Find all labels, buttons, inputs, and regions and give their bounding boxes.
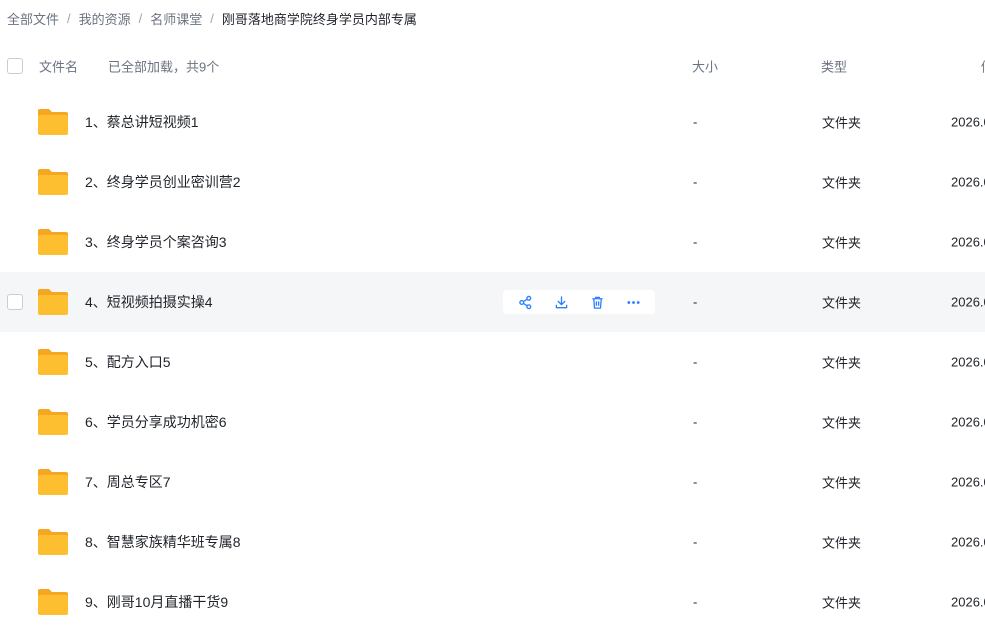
file-name[interactable]: 8、智慧家族精华班专属8 <box>85 532 241 552</box>
file-type: 文件夹 <box>822 295 862 311</box>
file-type: 文件夹 <box>822 115 862 131</box>
file-row[interactable]: 7、周总专区7 - 文件夹 2026. <box>0 452 985 512</box>
file-type: 文件夹 <box>822 475 862 491</box>
file-name[interactable]: 1、蔡总讲短视频1 <box>85 112 199 132</box>
file-row[interactable]: 3、终身学员个案咨询3 - 文件夹 2026. <box>0 212 985 272</box>
file-row[interactable]: 2、终身学员创业密训营2 - 文件夹 2026. <box>0 152 985 212</box>
file-modified-date: 2026.0 <box>951 534 985 550</box>
file-size: - <box>693 414 698 430</box>
file-modified-date: 2026.0 <box>951 594 985 610</box>
folder-icon <box>38 589 68 615</box>
file-size: - <box>693 114 698 130</box>
breadcrumb: 全部文件 / 我的资源 / 名师课堂 / 刚哥落地商学院终身学员内部专属 <box>7 9 417 27</box>
breadcrumb-separator: / <box>67 10 71 26</box>
file-type: 文件夹 <box>822 535 862 551</box>
file-name[interactable]: 4、短视频拍摄实操4 <box>85 292 213 312</box>
file-row[interactable]: 5、配方入口5 - 文件夹 2026. <box>0 332 985 392</box>
delete-button[interactable] <box>579 290 615 314</box>
breadcrumb-separator: / <box>210 10 214 26</box>
folder-icon <box>38 529 68 555</box>
column-header-type[interactable]: 类型 <box>821 57 847 76</box>
breadcrumb-all-files[interactable]: 全部文件 <box>7 9 59 28</box>
file-list: 1、蔡总讲短视频1 - 文件夹 2026. 2、终身学员创业密训营2 - 文件夹… <box>0 92 985 632</box>
folder-icon <box>38 349 68 375</box>
file-type: 文件夹 <box>822 595 862 611</box>
file-type: 文件夹 <box>822 235 862 251</box>
file-modified-date: 2026.0 <box>951 414 985 430</box>
loaded-count-label: 已全部加载，共9个 <box>108 59 220 75</box>
file-name[interactable]: 3、终身学员个案咨询3 <box>85 232 227 252</box>
file-size: - <box>693 174 698 190</box>
file-row[interactable]: 8、智慧家族精华班专属8 - 文件夹 2026. <box>0 512 985 572</box>
folder-icon <box>38 289 68 315</box>
folder-icon <box>38 409 68 435</box>
file-name[interactable]: 2、终身学员创业密训营2 <box>85 172 241 192</box>
folder-icon <box>38 229 68 255</box>
file-modified-date: 2026.0 <box>951 354 985 370</box>
column-header-name[interactable]: 文件名 <box>39 57 78 76</box>
column-header-modified[interactable]: 修 <box>981 57 985 76</box>
folder-icon <box>38 169 68 195</box>
file-name[interactable]: 6、学员分享成功机密6 <box>85 412 227 432</box>
column-header-size[interactable]: 大小 <box>692 57 718 76</box>
file-row[interactable]: 9、刚哥10月直播干货9 - 文件夹 2026. <box>0 572 985 632</box>
folder-icon <box>38 469 68 495</box>
file-row[interactable]: 4、短视频拍摄实操4 - 文件夹 2026. <box>0 272 985 332</box>
breadcrumb-current-folder: 刚哥落地商学院终身学员内部专属 <box>221 11 417 27</box>
file-type: 文件夹 <box>822 175 862 191</box>
file-modified-date: 2026.0 <box>951 234 985 250</box>
file-name[interactable]: 9、刚哥10月直播干货9 <box>85 592 228 612</box>
row-actions <box>503 290 655 314</box>
file-modified-date: 2026.0 <box>951 174 985 190</box>
share-icon <box>518 295 531 309</box>
select-all-checkbox[interactable] <box>7 58 23 74</box>
download-icon <box>555 295 567 308</box>
file-name[interactable]: 5、配方入口5 <box>85 352 171 372</box>
more-icon <box>626 300 640 304</box>
file-type: 文件夹 <box>822 415 862 431</box>
file-size: - <box>693 474 698 490</box>
file-modified-date: 2026.0 <box>951 294 985 310</box>
file-name[interactable]: 7、周总专区7 <box>85 472 171 492</box>
folder-icon <box>38 109 68 135</box>
file-row[interactable]: 1、蔡总讲短视频1 - 文件夹 2026. <box>0 92 985 152</box>
file-modified-date: 2026.0 <box>951 114 985 130</box>
delete-icon <box>591 296 603 309</box>
file-row[interactable]: 6、学员分享成功机密6 - 文件夹 2026. <box>0 392 985 452</box>
breadcrumb-separator: / <box>138 10 143 26</box>
file-list-header: 文件名 已全部加载，共9个 大小 类型 修 <box>0 48 985 84</box>
file-modified-date: 2026.0 <box>951 474 985 490</box>
more-button[interactable] <box>615 290 651 314</box>
file-size: - <box>693 534 698 550</box>
file-size: - <box>693 354 698 370</box>
breadcrumb-my-resources[interactable]: 我的资源 <box>79 9 131 28</box>
file-size: - <box>693 294 698 310</box>
file-size: - <box>693 234 698 250</box>
share-button[interactable] <box>507 290 543 314</box>
download-button[interactable] <box>543 290 579 314</box>
breadcrumb-teacher-class[interactable]: 名师课堂 <box>150 9 202 28</box>
file-size: - <box>693 594 698 610</box>
row-checkbox[interactable] <box>7 294 23 310</box>
file-type: 文件夹 <box>822 355 862 371</box>
